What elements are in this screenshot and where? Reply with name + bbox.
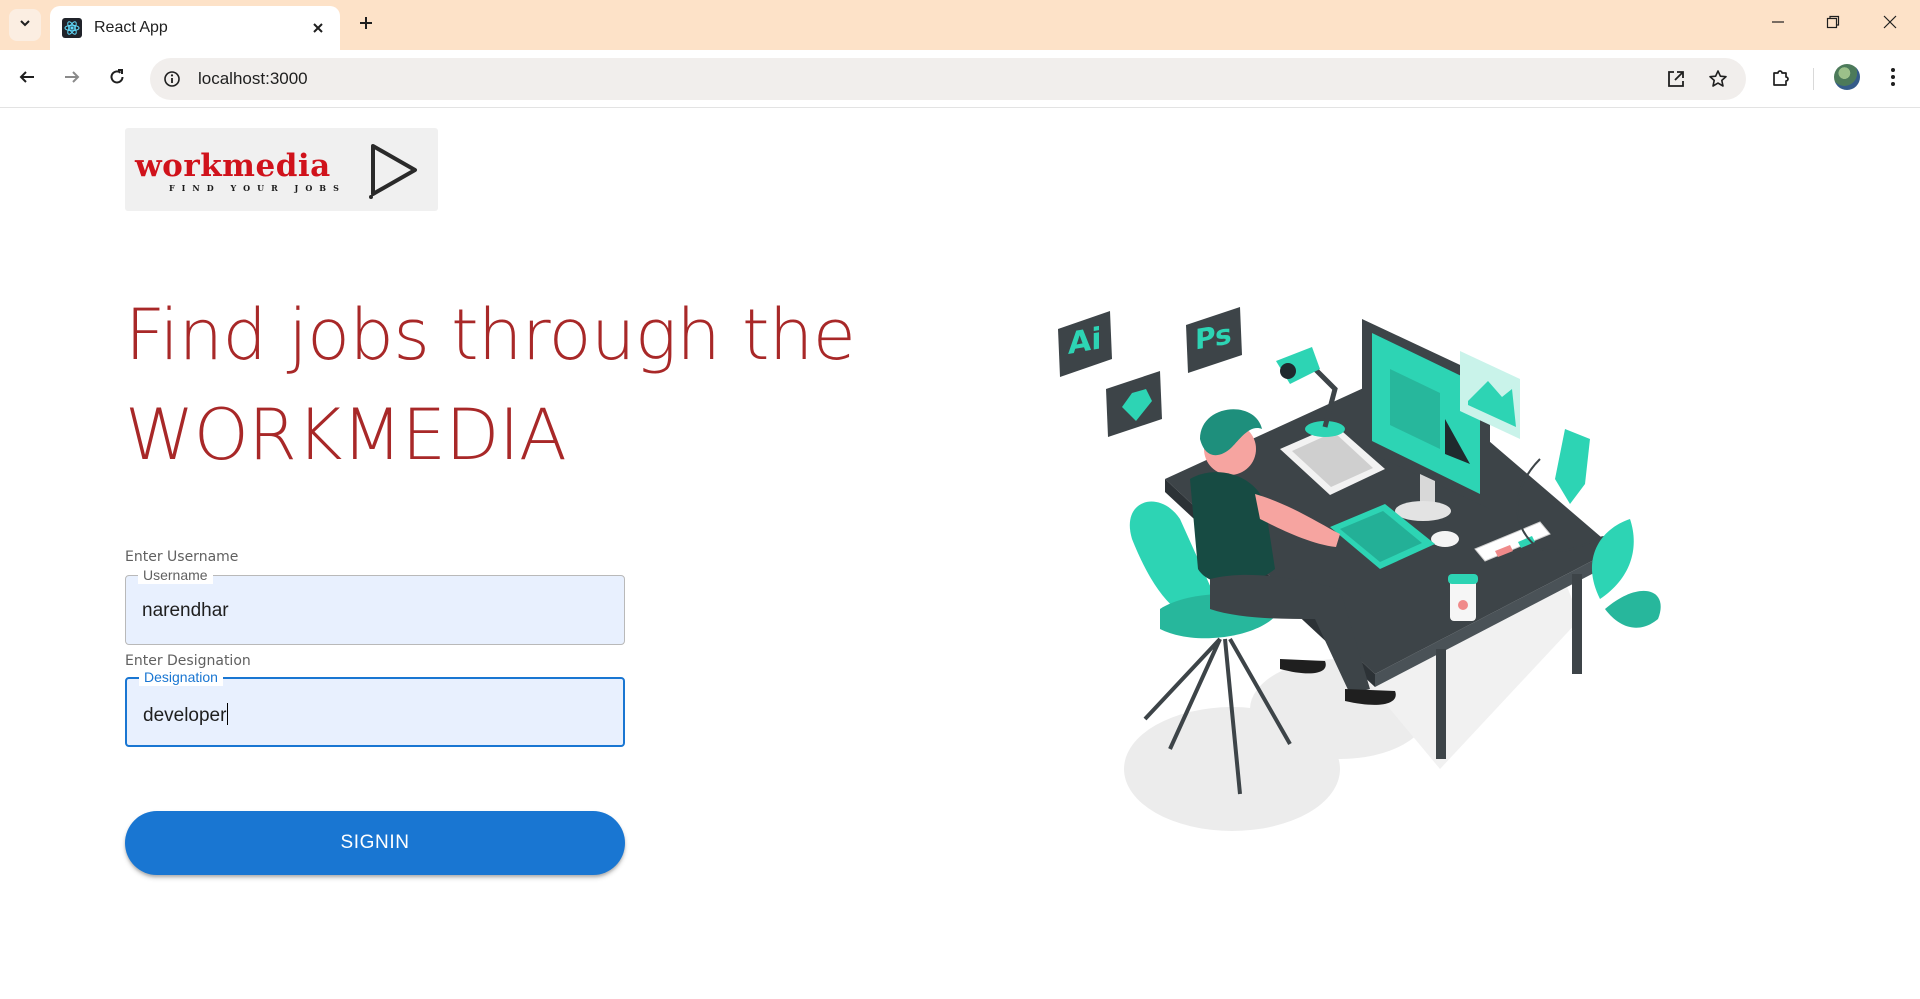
tab-title: React App: [94, 19, 168, 36]
info-icon[interactable]: [156, 63, 188, 95]
plant-leaf-1: [1591, 519, 1634, 599]
extensions-button[interactable]: [1765, 63, 1797, 95]
puzzle-icon: [1770, 66, 1792, 93]
ps-badge-text: Ps: [1195, 317, 1232, 356]
react-icon: [62, 18, 82, 38]
signin-button[interactable]: SIGNIN: [125, 811, 625, 875]
page-title: Find jobs through the WORKMEDIA: [125, 285, 885, 485]
address-bar[interactable]: localhost:3000: [150, 58, 1746, 100]
tab-react-app[interactable]: React App: [50, 6, 340, 50]
designation-caption: Enter Designation: [125, 653, 251, 669]
workmedia-logo: workmedia FIND YOUR JOBS: [125, 128, 438, 211]
toolbar-divider: [1813, 68, 1814, 90]
desk-leg-right: [1572, 574, 1582, 674]
minimize-button[interactable]: [1760, 10, 1796, 38]
username-input[interactable]: narendhar: [142, 600, 229, 622]
username-field[interactable]: Username narendhar: [125, 566, 625, 645]
coffee-cup-lid: [1448, 574, 1478, 584]
restore-icon: [1826, 15, 1840, 34]
browser-tab-bar: React App: [0, 0, 1920, 50]
ai-badge-text: Ai: [1068, 321, 1101, 362]
designation-input-wrap[interactable]: developer: [143, 703, 229, 727]
designation-field[interactable]: Designation developer: [125, 668, 625, 747]
url-text: localhost:3000: [198, 69, 308, 88]
username-caption: Enter Username: [125, 549, 239, 565]
new-tab-button[interactable]: [352, 11, 380, 39]
designation-label: Designation: [139, 668, 223, 686]
arrow-right-icon: [63, 68, 81, 91]
page-title-line-1: Find jobs through the: [125, 294, 856, 376]
reload-button[interactable]: [101, 63, 133, 95]
tab-list-button[interactable]: [9, 9, 41, 41]
page-title-line-2: WORKMEDIA: [125, 394, 567, 476]
lamp-bulb: [1280, 363, 1296, 379]
forward-button[interactable]: [56, 63, 88, 95]
browser-toolbar: localhost:3000: [0, 50, 1920, 108]
chrome-menu-button[interactable]: [1877, 63, 1909, 95]
kebab-menu-icon: [1890, 67, 1896, 92]
text-caret: [227, 703, 229, 725]
close-icon[interactable]: [308, 18, 328, 38]
logo-tagline: FIND YOUR JOBS: [169, 183, 346, 193]
designation-input[interactable]: developer: [143, 705, 226, 726]
plus-icon: [358, 15, 374, 36]
username-label: Username: [138, 566, 213, 584]
star-icon[interactable]: [1702, 63, 1734, 95]
restore-button[interactable]: [1815, 10, 1851, 38]
monitor-base: [1395, 501, 1451, 521]
person-shoe-1: [1345, 689, 1396, 705]
minimize-icon: [1771, 15, 1785, 34]
designer-at-desk-illustration: Ai Ps: [1040, 289, 1670, 849]
mouse: [1431, 531, 1459, 547]
back-button[interactable]: [11, 63, 43, 95]
play-icon: [365, 140, 421, 205]
chevron-down-icon: [18, 16, 32, 35]
close-window-button[interactable]: [1872, 10, 1908, 38]
page-content: workmedia FIND YOUR JOBS Find jobs throu…: [0, 109, 1920, 999]
desk-leg-front: [1436, 649, 1446, 759]
external-link-icon[interactable]: [1660, 63, 1692, 95]
pen-tool-nib: [1555, 429, 1590, 504]
coffee-cup-logo: [1458, 600, 1468, 610]
reload-icon: [108, 68, 126, 91]
close-icon: [1883, 15, 1897, 34]
plant-leaf-2: [1605, 590, 1661, 628]
arrow-left-icon: [18, 68, 36, 91]
logo-wordmark: workmedia: [135, 148, 331, 184]
profile-avatar[interactable]: [1834, 64, 1860, 90]
